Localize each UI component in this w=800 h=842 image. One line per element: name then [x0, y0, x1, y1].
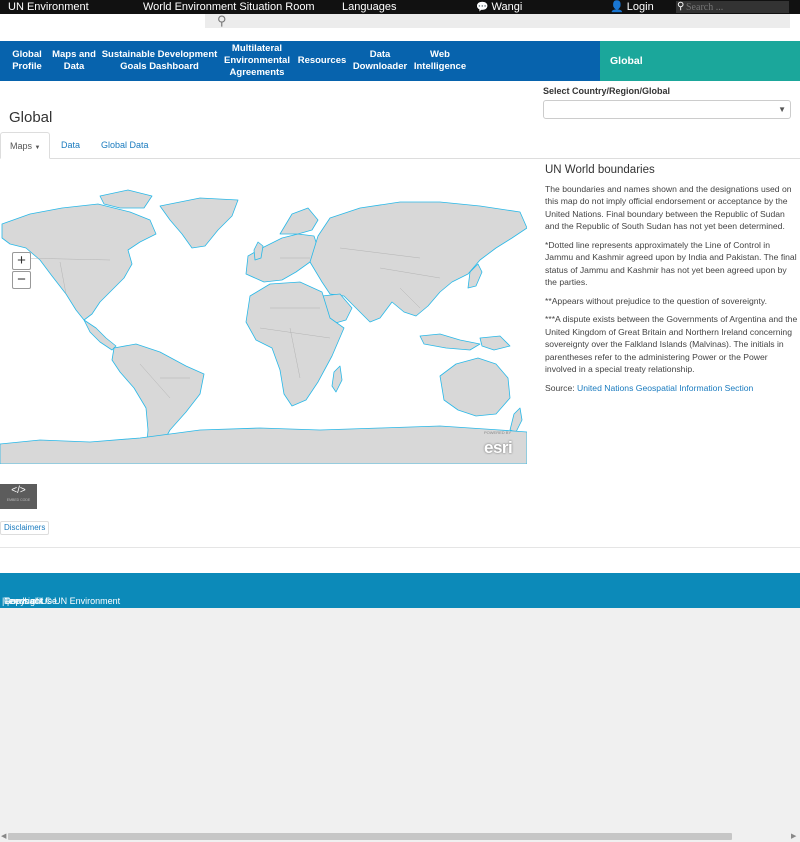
land-scandinavia	[279, 207, 319, 235]
scroll-right-icon[interactable]: ▶	[791, 832, 796, 840]
login-label: Login	[626, 1, 654, 13]
tab-maps[interactable]: Maps ▼	[0, 132, 51, 159]
source-label: Source:	[545, 382, 575, 393]
user-icon: 👤	[610, 1, 624, 13]
land-indonesia	[419, 333, 481, 351]
search-row: ⚲	[0, 13, 800, 41]
land-central-america	[83, 319, 117, 351]
footer-band	[0, 573, 800, 595]
main-content: Global Select Country/Region/Global ▼ Ma…	[0, 81, 800, 573]
chevron-down-icon: ▼	[778, 105, 786, 114]
zoom-in-button[interactable]: +	[12, 252, 31, 270]
top-search-input[interactable]	[676, 1, 789, 13]
nav-resources[interactable]: Resources	[296, 41, 348, 81]
languages-menu[interactable]: Languages	[342, 0, 396, 14]
nav-mea[interactable]: Multilateral Environmental Agreements	[222, 41, 292, 81]
nav-global-profile[interactable]: Global Profile	[4, 41, 50, 81]
feedback-link[interactable]: Feedback	[4, 595, 44, 608]
page-title: Global	[9, 109, 53, 126]
land-arctic-islands	[99, 189, 153, 209]
search-icon: ⚲	[677, 1, 685, 12]
divider	[0, 547, 800, 548]
info-paragraph-2: *Dotted line represents approximately th…	[545, 239, 797, 288]
land-antarctica	[0, 425, 527, 464]
info-paragraph-4: ***A dispute exists between the Governme…	[545, 314, 798, 374]
map-info-panel: UN World boundaries The boundaries and n…	[545, 164, 799, 400]
chat-icon: 💬	[476, 2, 489, 13]
info-source: Source: United Nations Geospatial Inform…	[545, 382, 799, 395]
brand-link[interactable]: UN Environment	[8, 0, 89, 14]
tab-bar: Maps ▼ Data Global Data	[0, 132, 800, 159]
country-select[interactable]: ▼	[543, 100, 791, 119]
wangi-label: Wangi	[491, 1, 523, 13]
code-icon: </>	[11, 485, 26, 496]
wangi-link[interactable]: 💬 Wangi	[476, 0, 522, 15]
horizontal-scrollbar[interactable]: ◀ ▶	[0, 831, 800, 842]
world-map[interactable]: + − POWERED BY esri	[0, 168, 527, 464]
nav-data-downloader[interactable]: Data Downloader	[351, 41, 409, 81]
embed-code-button[interactable]: </> EMBED CODE	[0, 484, 37, 509]
land-new-zealand	[509, 407, 523, 433]
source-link[interactable]: United Nations Geospatial Information Se…	[577, 383, 753, 393]
land-madagascar	[331, 365, 343, 393]
scrollbar-thumb[interactable]	[8, 833, 732, 840]
tab-global-data[interactable]: Global Data	[92, 132, 158, 159]
land-new-guinea	[479, 335, 511, 351]
top-bar: UN Environment World Environment Situati…	[0, 0, 800, 14]
magnifier-icon: ⚲	[217, 13, 227, 28]
country-select-label: Select Country/Region/Global	[543, 86, 671, 96]
world-map-canvas	[0, 189, 527, 464]
scroll-left-icon[interactable]: ◀	[1, 832, 6, 840]
footer: Copyright © UN Environment | Terms of Us…	[0, 595, 800, 608]
disclaimers-button[interactable]: Disclaimers	[0, 521, 50, 535]
info-paragraph-1: The boundaries and names shown and the d…	[545, 183, 792, 232]
zoom-out-button[interactable]: −	[12, 271, 31, 289]
site-search-box[interactable]: ⚲	[205, 13, 790, 28]
nav-maps-and-data[interactable]: Maps and Data	[50, 41, 98, 81]
nav-sdg-dashboard[interactable]: Sustainable Development Goals Dashboard	[101, 41, 218, 81]
info-paragraph-3: **Appears without prejudice to the quest…	[545, 295, 767, 306]
land-australia	[439, 357, 511, 417]
embed-caption: EMBED CODE	[6, 498, 31, 502]
info-heading: UN World boundaries	[545, 164, 655, 176]
active-section-label: Global	[600, 41, 800, 81]
esri-logo: esri	[484, 438, 513, 457]
caret-down-icon: ▼	[34, 145, 41, 151]
main-nav: Global Profile Maps and Data Sustainable…	[0, 41, 800, 81]
login-link[interactable]: 👤 Login	[610, 0, 654, 14]
tab-data[interactable]: Data	[52, 132, 89, 159]
powered-by-label: POWERED BY	[484, 430, 512, 435]
land-greenland	[159, 197, 239, 249]
tab-maps-label: Maps	[10, 141, 33, 151]
situation-room-link[interactable]: World Environment Situation Room	[143, 0, 315, 14]
nav-web-intelligence[interactable]: Web Intelligence	[412, 41, 468, 81]
